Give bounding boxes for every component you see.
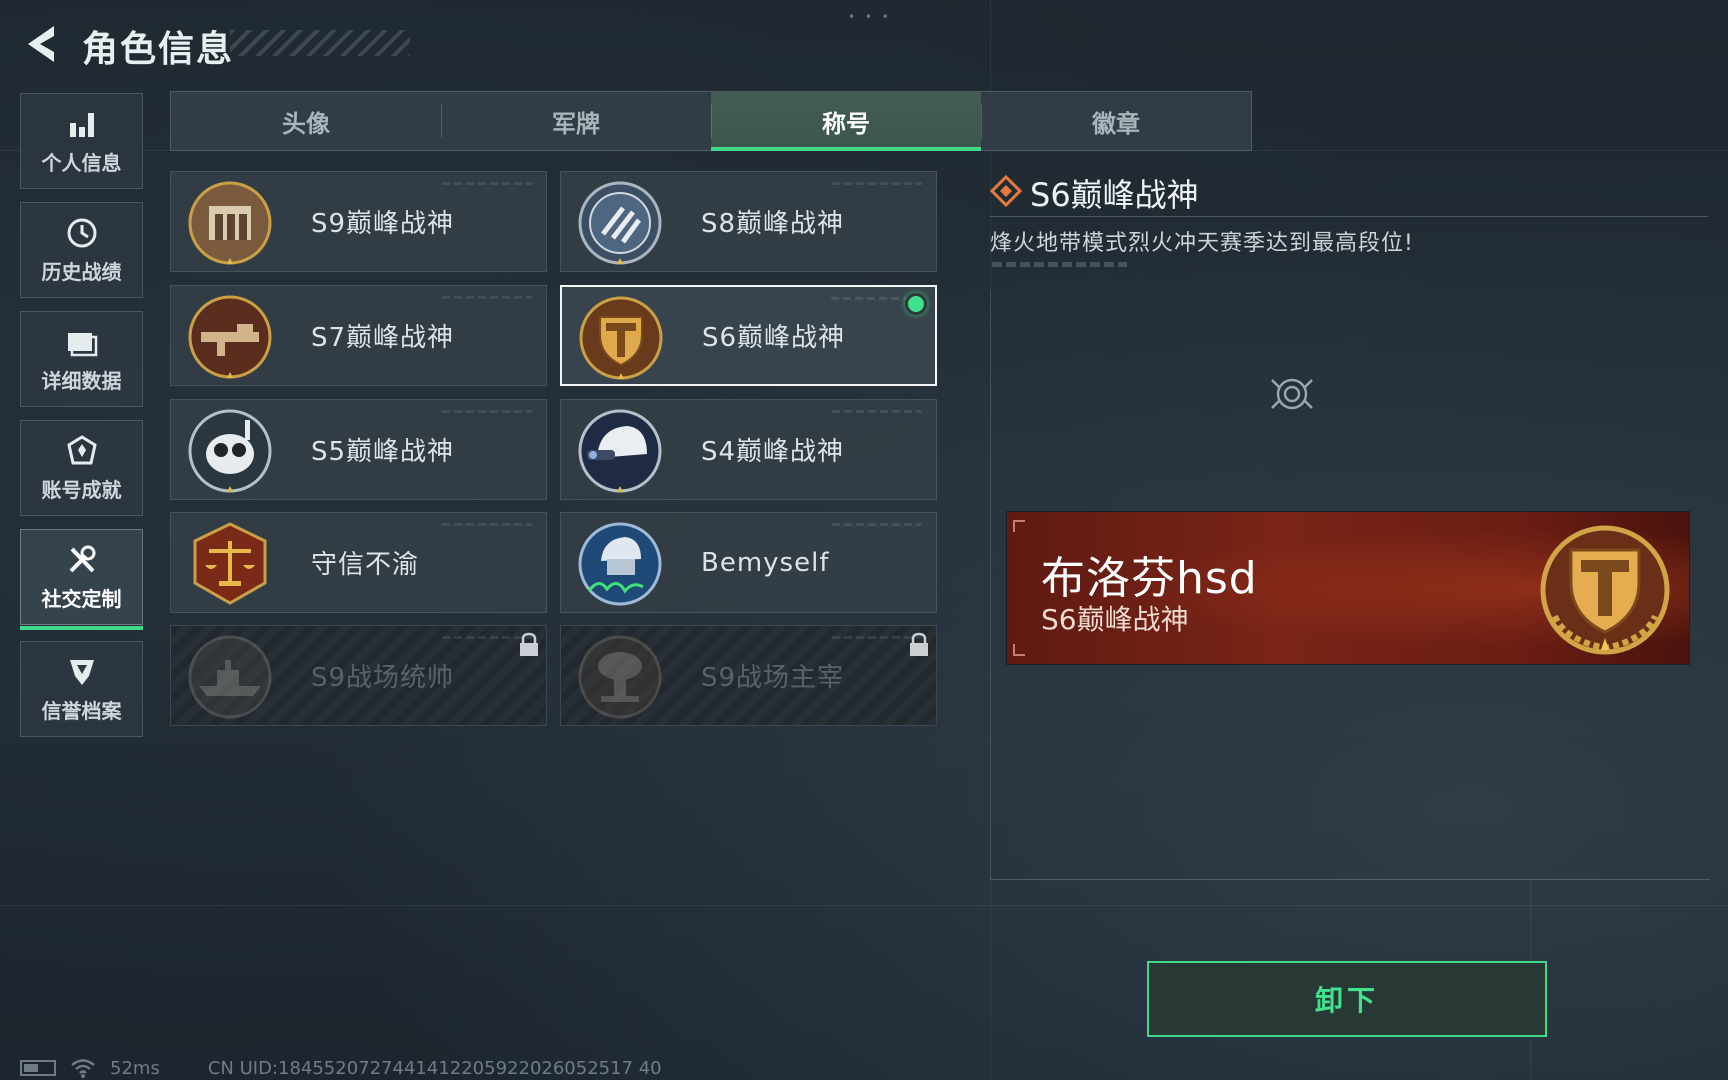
t-shield-badge-icon bbox=[1540, 525, 1670, 655]
nav-label: 个人信息 bbox=[41, 150, 122, 175]
fortress-badge-icon bbox=[188, 181, 272, 265]
nav-item-achievements[interactable]: 账号成就 bbox=[20, 420, 143, 516]
title-name: S7巅峰战神 bbox=[311, 323, 455, 353]
title-decoration bbox=[230, 30, 410, 56]
nav-label: 详细数据 bbox=[41, 368, 122, 393]
tab-avatar[interactable]: 头像 bbox=[171, 92, 441, 150]
t-shield-badge-icon bbox=[579, 296, 663, 380]
lock-icon bbox=[520, 632, 538, 656]
unequip-button[interactable]: 卸下 bbox=[1147, 961, 1547, 1037]
detail-divider bbox=[990, 216, 1708, 217]
uid-text: CN UID:1845520727441412205922026052517 4… bbox=[207, 1057, 662, 1079]
nav-item-personal-info[interactable]: 个人信息 bbox=[20, 93, 143, 189]
ping-value: 52ms bbox=[110, 1057, 160, 1079]
back-button[interactable] bbox=[20, 22, 60, 66]
detail-decoration bbox=[992, 262, 1127, 267]
title-name: S9巅峰战神 bbox=[311, 209, 455, 239]
title-name: S4巅峰战神 bbox=[701, 437, 845, 467]
nav-item-social-custom[interactable]: 社交定制 bbox=[20, 529, 143, 630]
helmet-badge-icon bbox=[578, 409, 662, 493]
scales-badge-icon bbox=[193, 522, 267, 605]
nav-item-detailed-data[interactable]: 详细数据 bbox=[20, 311, 143, 407]
bar-chart-icon bbox=[65, 107, 99, 141]
title-banner-preview: 布洛芬hsd S6巅峰战神 bbox=[1007, 512, 1689, 664]
wifi-icon bbox=[71, 1059, 95, 1078]
title-card-s7-peak[interactable]: S7巅峰战神 bbox=[170, 285, 547, 386]
top-handle-dots: • • • bbox=[848, 10, 892, 24]
nav-label: 社交定制 bbox=[41, 586, 122, 611]
title-card-s6-peak[interactable]: S6巅峰战神 bbox=[560, 285, 937, 386]
soldier-signature-badge-icon bbox=[578, 522, 662, 606]
title-card-s5-peak[interactable]: S5巅峰战神 bbox=[170, 399, 547, 500]
title-diamond-icon bbox=[990, 175, 1022, 207]
title-name: S5巅峰战神 bbox=[311, 437, 455, 467]
title-card-bemyself[interactable]: Bemyself bbox=[560, 512, 937, 613]
title-name: S6巅峰战神 bbox=[702, 323, 846, 353]
mushroom-cloud-badge-icon bbox=[578, 635, 662, 719]
battery-icon bbox=[20, 1060, 56, 1076]
nav-label: 账号成就 bbox=[41, 477, 122, 502]
title-name: Bemyself bbox=[701, 547, 830, 578]
status-bar: 52ms CN UID:1845520727441412205922026052… bbox=[20, 1056, 662, 1080]
credit-shield-icon bbox=[65, 655, 99, 689]
title-card-s9-peak[interactable]: S9巅峰战神 bbox=[170, 171, 547, 272]
detail-title: S6巅峰战神 bbox=[1030, 176, 1199, 214]
nav-item-credit-record[interactable]: 信誉档案 bbox=[20, 641, 143, 737]
lock-icon bbox=[910, 632, 928, 656]
stripes-badge-icon bbox=[578, 181, 662, 265]
title-card-s8-peak[interactable]: S8巅峰战神 bbox=[560, 171, 937, 272]
tab-dog-tag[interactable]: 军牌 bbox=[441, 92, 711, 150]
nav-label: 历史战绩 bbox=[41, 259, 122, 284]
focus-target-icon[interactable] bbox=[1268, 370, 1316, 418]
equipped-indicator bbox=[905, 293, 927, 315]
tab-badge[interactable]: 徽章 bbox=[981, 92, 1251, 150]
tab-title[interactable]: 称号 bbox=[711, 92, 981, 151]
title-name: 守信不渝 bbox=[311, 550, 420, 580]
banner-title: S6巅峰战神 bbox=[1041, 603, 1189, 636]
mask-badge-icon bbox=[188, 409, 272, 493]
history-clock-icon bbox=[65, 216, 99, 250]
title-card-s9-dominator[interactable]: S9战场主宰 bbox=[560, 625, 937, 726]
title-card-s9-commander[interactable]: S9战场统帅 bbox=[170, 625, 547, 726]
nav-label: 信誉档案 bbox=[41, 698, 122, 723]
back-arrow-icon bbox=[28, 26, 54, 62]
category-tabs: 头像 军牌 称号 徽章 bbox=[170, 91, 1252, 151]
title-name: S9战场统帅 bbox=[311, 663, 455, 693]
tools-icon bbox=[65, 543, 99, 577]
warship-badge-icon bbox=[188, 635, 272, 719]
title-name: S8巅峰战神 bbox=[701, 209, 845, 239]
banner-player-name: 布洛芬hsd bbox=[1041, 553, 1258, 604]
folder-icon bbox=[65, 325, 99, 359]
title-card-keep-faith[interactable]: 守信不渝 bbox=[170, 512, 547, 613]
detail-description: 烽火地带模式烈火冲天赛季达到最高段位! bbox=[990, 231, 1414, 256]
nav-item-history[interactable]: 历史战绩 bbox=[20, 202, 143, 298]
page-title: 角色信息 bbox=[82, 29, 235, 70]
title-card-s4-peak[interactable]: S4巅峰战神 bbox=[560, 399, 937, 500]
rifle-badge-icon bbox=[188, 295, 272, 379]
achievement-icon bbox=[65, 434, 99, 468]
title-name: S9战场主宰 bbox=[701, 663, 845, 693]
